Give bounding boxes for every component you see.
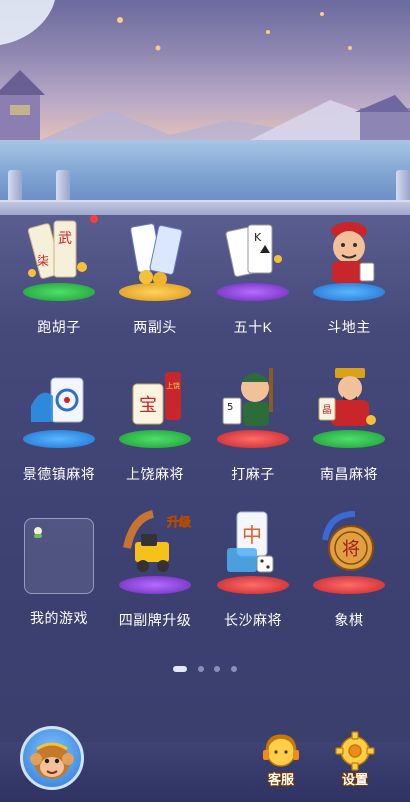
game-label: 五十K xyxy=(233,319,273,335)
mahjong-dice-icon: 中 xyxy=(227,511,274,573)
poker-cards-coins-icon xyxy=(130,223,183,286)
page-dot[interactable] xyxy=(197,665,204,672)
monkey-avatar-icon xyxy=(30,742,74,779)
card-k-text: K xyxy=(254,231,262,244)
game-tile-xiangqi[interactable]: 将 象棋 xyxy=(298,508,400,628)
k-cards-icon: K xyxy=(225,224,282,277)
my-games-box[interactable] xyxy=(24,518,94,594)
gear-icon xyxy=(335,731,375,771)
game-label: 景德镇麻将 xyxy=(22,466,96,482)
service-label: 客服 xyxy=(267,772,294,787)
mahjong-firework-icon: 宝 上饶 xyxy=(132,372,181,425)
chess-piece-icon: 将 xyxy=(322,511,374,571)
excavator-upgrade-icon: 升级 xyxy=(123,510,191,572)
game-tile-changsha[interactable]: 中 长沙麻将 xyxy=(202,508,304,628)
landlord-character-icon xyxy=(331,222,375,283)
game-tile-jingdezhen[interactable]: 景德镇麻将 xyxy=(8,362,110,482)
fortune-god-icon: 晶 xyxy=(318,368,376,426)
mahjong-tile-vase-icon xyxy=(31,377,84,423)
paohuzi-card-text-2: 柒 xyxy=(37,254,49,268)
paohuzi-card-text: 武 xyxy=(58,231,72,247)
page-dot-active[interactable] xyxy=(173,665,188,672)
page-dot[interactable] xyxy=(214,665,221,672)
game-tile-liangfutou[interactable]: 两副头 xyxy=(104,215,206,335)
game-tile-doudizhu[interactable]: 斗地主 xyxy=(298,215,400,335)
game-label: 斗地主 xyxy=(327,319,371,335)
game-tile-damazi[interactable]: 5 打麻子 xyxy=(202,362,304,482)
game-label: 上饶麻将 xyxy=(126,466,184,482)
game-label: 打麻子 xyxy=(231,466,275,482)
game-tile-wushik[interactable]: K 五十K xyxy=(202,215,304,335)
game-label: 四副牌升级 xyxy=(118,612,192,628)
headset-agent-icon xyxy=(263,734,299,767)
tile-text: 中 xyxy=(242,523,262,547)
game-tile-nanchang[interactable]: 晶 南昌麻将 xyxy=(298,362,400,482)
settings-button[interactable]: 设置 xyxy=(330,730,380,790)
warrior-character-icon: 5 xyxy=(222,368,273,426)
settings-label: 设置 xyxy=(341,772,368,787)
game-label: 两副头 xyxy=(133,319,177,335)
notification-badge xyxy=(90,215,98,223)
chess-piece-text: 将 xyxy=(342,539,360,560)
game-tile-sifupai[interactable]: 升级 四副牌升级 xyxy=(104,508,206,628)
customer-service-button[interactable]: 客服 xyxy=(256,730,306,790)
firework-text: 上饶 xyxy=(166,381,180,390)
game-label: 跑胡子 xyxy=(37,319,81,335)
small-game-thumb-icon xyxy=(34,527,42,538)
paohuzi-cards-icon: 武 柒 xyxy=(27,220,87,279)
tile-text: 晶 xyxy=(322,404,332,416)
page-dot[interactable] xyxy=(230,665,237,672)
game-label: 我的游戏 xyxy=(30,610,88,626)
game-tile-shangrao[interactable]: 宝 上饶 上饶麻将 xyxy=(104,362,206,482)
game-label: 象棋 xyxy=(334,612,364,628)
card-5-text: 5 xyxy=(227,402,233,413)
tile-text: 宝 xyxy=(139,395,157,416)
game-tile-paohuzi[interactable]: 武 柒 跑胡子 xyxy=(8,215,110,335)
game-label: 长沙麻将 xyxy=(224,612,282,628)
pagination xyxy=(0,660,410,678)
user-avatar[interactable] xyxy=(20,726,84,790)
game-label: 南昌麻将 xyxy=(320,466,378,482)
upgrade-text: 升级 xyxy=(167,514,191,529)
